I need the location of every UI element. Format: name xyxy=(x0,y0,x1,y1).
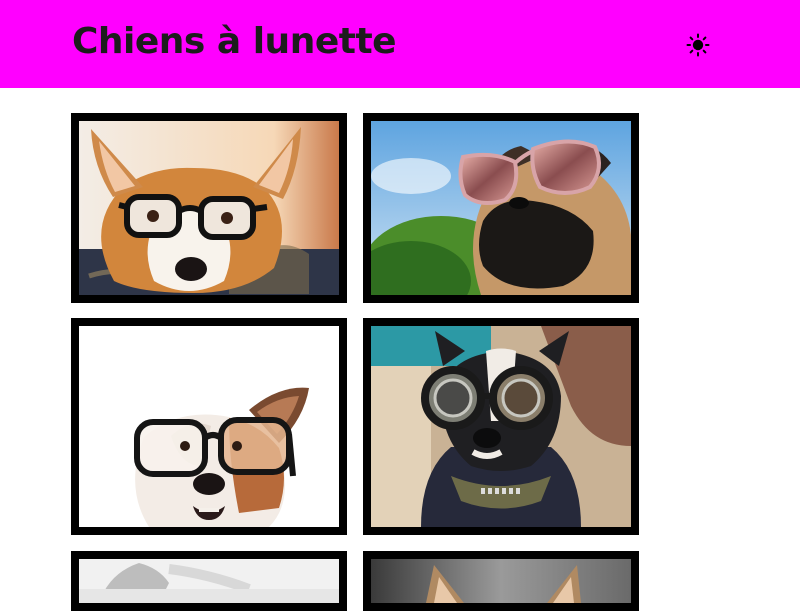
app-header: Chiens à lunette xyxy=(0,0,800,88)
gallery-card-boston-terrier[interactable] xyxy=(363,318,639,535)
terrier-photo xyxy=(79,326,339,527)
corgi-photo xyxy=(79,121,339,295)
gallery-card-pointed-ears[interactable] xyxy=(363,551,639,611)
pointed-ears-dog-photo xyxy=(371,559,631,603)
gallery-card-terrier[interactable] xyxy=(71,318,347,535)
gallery-card-pug[interactable] xyxy=(363,113,639,303)
gallery-card-corgi[interactable] xyxy=(71,113,347,303)
boston-terrier-photo xyxy=(371,326,631,527)
blurred-dog-photo xyxy=(79,559,339,603)
gallery-card-blurred[interactable] xyxy=(71,551,347,611)
sun-icon xyxy=(686,33,710,57)
theme-toggle-button[interactable] xyxy=(682,29,714,61)
page-title: Chiens à lunette xyxy=(72,21,397,62)
pug-photo xyxy=(371,121,631,295)
